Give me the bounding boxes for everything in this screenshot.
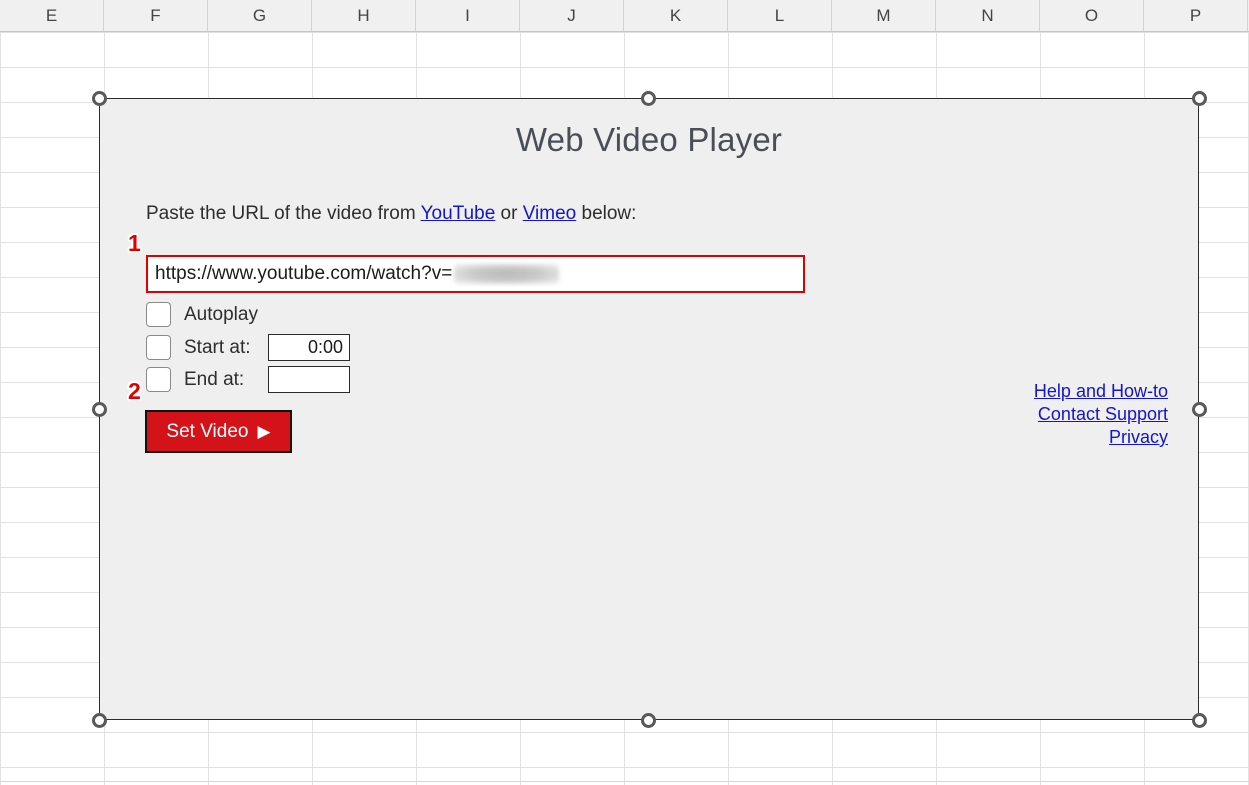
selection-handle-middle-left[interactable] xyxy=(92,402,107,417)
option-row-end-at[interactable]: End at: xyxy=(146,366,350,393)
column-header-l[interactable]: L xyxy=(728,0,832,31)
side-links-group: Help and How-to Contact Support Privacy xyxy=(1034,380,1168,449)
column-header-g[interactable]: G xyxy=(208,0,312,31)
grid-hline xyxy=(0,767,1249,768)
grid-hline xyxy=(0,732,1249,733)
autoplay-checkbox[interactable] xyxy=(146,302,171,327)
start-at-input[interactable]: 0:00 xyxy=(268,334,350,361)
page-title: Web Video Player xyxy=(515,121,783,158)
sheet-bottom-edge xyxy=(0,781,1249,782)
grid-vline xyxy=(0,32,1,785)
instruction-middle: or xyxy=(495,203,523,224)
column-header-p[interactable]: P xyxy=(1144,0,1248,31)
instruction-text: Paste the URL of the video from YouTube … xyxy=(146,203,636,225)
column-header-i[interactable]: I xyxy=(416,0,520,31)
column-header-h[interactable]: H xyxy=(312,0,416,31)
column-header-j[interactable]: J xyxy=(520,0,624,31)
annotation-step-2: 2 xyxy=(128,378,141,404)
selection-handle-bottom-right[interactable] xyxy=(1192,713,1207,728)
video-url-value: https://www.youtube.com/watch?v= xyxy=(155,263,453,284)
end-at-input[interactable] xyxy=(268,366,350,393)
grid-hline xyxy=(0,67,1249,68)
set-video-label: Set Video xyxy=(166,420,249,442)
start-at-label: Start at: xyxy=(184,336,251,358)
vimeo-link[interactable]: Vimeo xyxy=(523,203,577,224)
redacted-video-id xyxy=(454,264,560,284)
column-header-f[interactable]: F xyxy=(104,0,208,31)
play-triangle-icon: ▶ xyxy=(257,422,271,441)
selection-handle-top-center[interactable] xyxy=(641,91,656,106)
column-header-n[interactable]: N xyxy=(936,0,1040,31)
column-header-row: EFGHIJKLMNOP xyxy=(0,0,1249,32)
selection-handle-top-left[interactable] xyxy=(92,91,107,106)
set-video-button-highlight: Set Video ▶ xyxy=(145,410,292,453)
grid-hline xyxy=(0,32,1249,33)
column-header-m[interactable]: M xyxy=(832,0,936,31)
instruction-prefix: Paste the URL of the video from xyxy=(146,203,421,224)
column-header-k[interactable]: K xyxy=(624,0,728,31)
web-video-player-object[interactable]: Web Video Player Paste the URL of the vi… xyxy=(99,98,1199,720)
youtube-link[interactable]: YouTube xyxy=(421,203,496,224)
option-row-start-at[interactable]: Start at: 0:00 xyxy=(146,334,350,361)
start-at-checkbox[interactable] xyxy=(146,335,171,360)
annotation-step-1: 1 xyxy=(128,230,141,256)
column-header-e[interactable]: E xyxy=(0,0,104,31)
column-header-o[interactable]: O xyxy=(1040,0,1144,31)
option-row-autoplay[interactable]: Autoplay xyxy=(146,302,258,327)
instruction-suffix: below: xyxy=(576,203,637,224)
privacy-link[interactable]: Privacy xyxy=(1034,426,1168,449)
set-video-button[interactable]: Set Video ▶ xyxy=(147,412,290,451)
selection-handle-bottom-left[interactable] xyxy=(92,713,107,728)
end-at-label: End at: xyxy=(184,368,245,390)
help-and-how-to-link[interactable]: Help and How-to xyxy=(1034,380,1168,403)
selection-handle-bottom-center[interactable] xyxy=(641,713,656,728)
autoplay-label: Autoplay xyxy=(184,303,258,325)
selection-handle-top-right[interactable] xyxy=(1192,91,1207,106)
video-url-input[interactable]: https://www.youtube.com/watch?v= xyxy=(146,255,805,293)
selection-handle-middle-right[interactable] xyxy=(1192,402,1207,417)
contact-support-link[interactable]: Contact Support xyxy=(1034,403,1168,426)
end-at-checkbox[interactable] xyxy=(146,367,171,392)
